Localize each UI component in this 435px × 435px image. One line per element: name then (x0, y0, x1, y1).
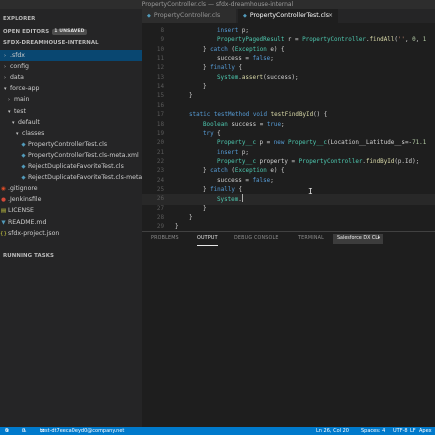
status-bar: ⊗ 0 ⚠ 0 ⇄ test-dt7eeca0eyd0@company.net … (0, 427, 435, 435)
indentation[interactable]: Spaces: 4 (361, 427, 385, 435)
output-panel[interactable] (142, 246, 435, 427)
tree-item[interactable]: ▼ README.md (0, 217, 142, 228)
warnings-count: 0 (22, 428, 26, 434)
language-mode[interactable]: Apex (419, 427, 432, 435)
open-editors-label: OPEN EDITORS (3, 29, 50, 35)
tree-item[interactable]: ▾ classes (0, 128, 142, 139)
project-header[interactable]: SFDX-DREAMHOUSE-INTERNAL (0, 38, 142, 48)
tab-problems[interactable]: PROBLEMS (151, 232, 179, 246)
chevron-down-icon: ▾ (377, 236, 380, 241)
unsaved-badge: 1 UNSAVED (52, 29, 87, 35)
tree-item-label: data (10, 74, 24, 82)
tree-item[interactable]: ◆ RejectDuplicateFavoriteTest.cls (0, 161, 142, 172)
git-file-icon: ◉ (1, 186, 6, 193)
tree-item[interactable]: ▾ default (0, 117, 142, 128)
tree-item[interactable]: ▾ test (0, 106, 142, 117)
tree-item[interactable]: {}sfdx-project.json (0, 228, 142, 239)
tree-item-label: .gitignore (8, 185, 38, 193)
encoding[interactable]: UTF-8 (393, 427, 408, 435)
tree-item[interactable]: › .sfdx (0, 50, 142, 61)
sidebar-explorer: EXPLORER OPEN EDITORS 1 UNSAVED SFDX-DREA… (0, 9, 142, 427)
tree-item-label: test (14, 107, 26, 115)
window-title: PropertyController.cls — sfdx-dreamhouse… (141, 1, 294, 8)
tree-item-label: .sfdx (10, 52, 25, 59)
tree-item[interactable]: ◉ .gitignore (0, 183, 142, 194)
tree-item[interactable]: › config (0, 61, 142, 72)
xml-file-icon: ◆ (21, 152, 26, 159)
tree-item[interactable]: ◆ PropertyControllerTest.cls-meta.xml (0, 150, 142, 161)
close-icon[interactable]: × (328, 9, 333, 23)
tab-label: PropertyController.cls (153, 12, 221, 19)
markdown-file-icon: ▼ (1, 219, 6, 226)
tree-item-label: RejectDuplicateFavoriteTest.cls (28, 163, 124, 170)
org-username: test-dt7eeca0eyd0@company.net (40, 428, 125, 434)
tab-property-controller[interactable]: ◆ PropertyController.cls (142, 9, 237, 23)
license-file-icon: ▤ (0, 208, 7, 215)
project-label: SFDX-DREAMHOUSE-INTERNAL (3, 40, 99, 46)
apex-file-icon: ◆ (147, 13, 151, 19)
apex-file-icon: ◆ (21, 141, 26, 148)
tab-debug-console[interactable]: DEBUG CONSOLE (234, 232, 279, 246)
tree-item[interactable]: ◆RejectDuplicateFavoriteTest.cls-meta.xm… (0, 172, 142, 183)
tab-output[interactable]: OUTPUT (197, 232, 218, 246)
mouse-ibeam-icon: I (308, 187, 313, 196)
line-number: 29 (156, 224, 164, 231)
eol[interactable]: LF (410, 427, 416, 435)
window-titlebar: PropertyController.cls — sfdx-dreamhouse… (0, 0, 435, 9)
tree-item-label: sfdx-project.json (8, 229, 60, 237)
output-channel-select[interactable]: Salesforce DX CLI ▾ (333, 234, 383, 244)
xml-file-icon: ◆ (21, 175, 26, 182)
tree-item[interactable]: ● .Jenkinsfile (0, 194, 142, 205)
apex-file-icon: ◆ (243, 13, 247, 19)
tab-property-controller-test[interactable]: ◆ PropertyControllerTest.cls × (238, 9, 338, 23)
tree-item[interactable]: › main (0, 94, 142, 105)
cursor-position[interactable]: Ln 26, Col 20 (316, 427, 349, 435)
code-text: } (175, 224, 179, 231)
tree-item[interactable]: › data (0, 72, 142, 83)
apex-file-icon: ◆ (21, 164, 26, 170)
explorer-title: EXPLORER (3, 16, 36, 22)
tree-item-label: .Jenkinsfile (8, 196, 42, 204)
tree-item-label: README.md (8, 218, 47, 226)
tree-item-label: default (18, 118, 40, 126)
code-editor[interactable]: 8 insert p; 9 PropertyPagedResult r = Prope… (142, 23, 435, 231)
tree-item-label: LICENSE (8, 207, 34, 215)
tab-label: PropertyControllerTest.cls (249, 12, 329, 19)
jenkins-file-icon: ● (1, 197, 6, 204)
tree-item[interactable]: ▤ LICENSE (0, 205, 142, 216)
tree-item-label: PropertyControllerTest.cls (28, 140, 108, 148)
code-line[interactable]: 29} (142, 222, 435, 231)
output-channel-value: Salesforce DX CLI (337, 236, 380, 241)
tree-item-label: RejectDuplicateFavoriteTest.cls-meta.xml (28, 174, 142, 182)
panel-tab-bar: PROBLEMS OUTPUT DEBUG CONSOLE TERMINAL S… (142, 232, 435, 246)
tree-item-label: main (14, 96, 30, 104)
tree-item[interactable]: ◆ PropertyControllerTest.cls (0, 139, 142, 150)
tree-item-label: force-app (10, 85, 40, 93)
text-cursor (241, 194, 243, 203)
open-editors-header[interactable]: OPEN EDITORS 1 UNSAVED (0, 27, 142, 37)
tree-item-label: PropertyControllerTest.cls-meta.xml (28, 151, 139, 159)
errors-count: 0 (5, 428, 9, 434)
running-tasks-header[interactable]: RUNNING TASKS (0, 251, 142, 261)
tab-terminal[interactable]: TERMINAL (298, 232, 324, 246)
tree-item[interactable]: ▾ force-app (0, 83, 142, 94)
editor-tab-bar: ◆ PropertyController.cls ◆ PropertyControl… (142, 9, 435, 23)
json-file-icon: {} (0, 230, 7, 237)
tree-item-label: classes (22, 129, 45, 137)
tree-item-label: config (10, 63, 29, 71)
